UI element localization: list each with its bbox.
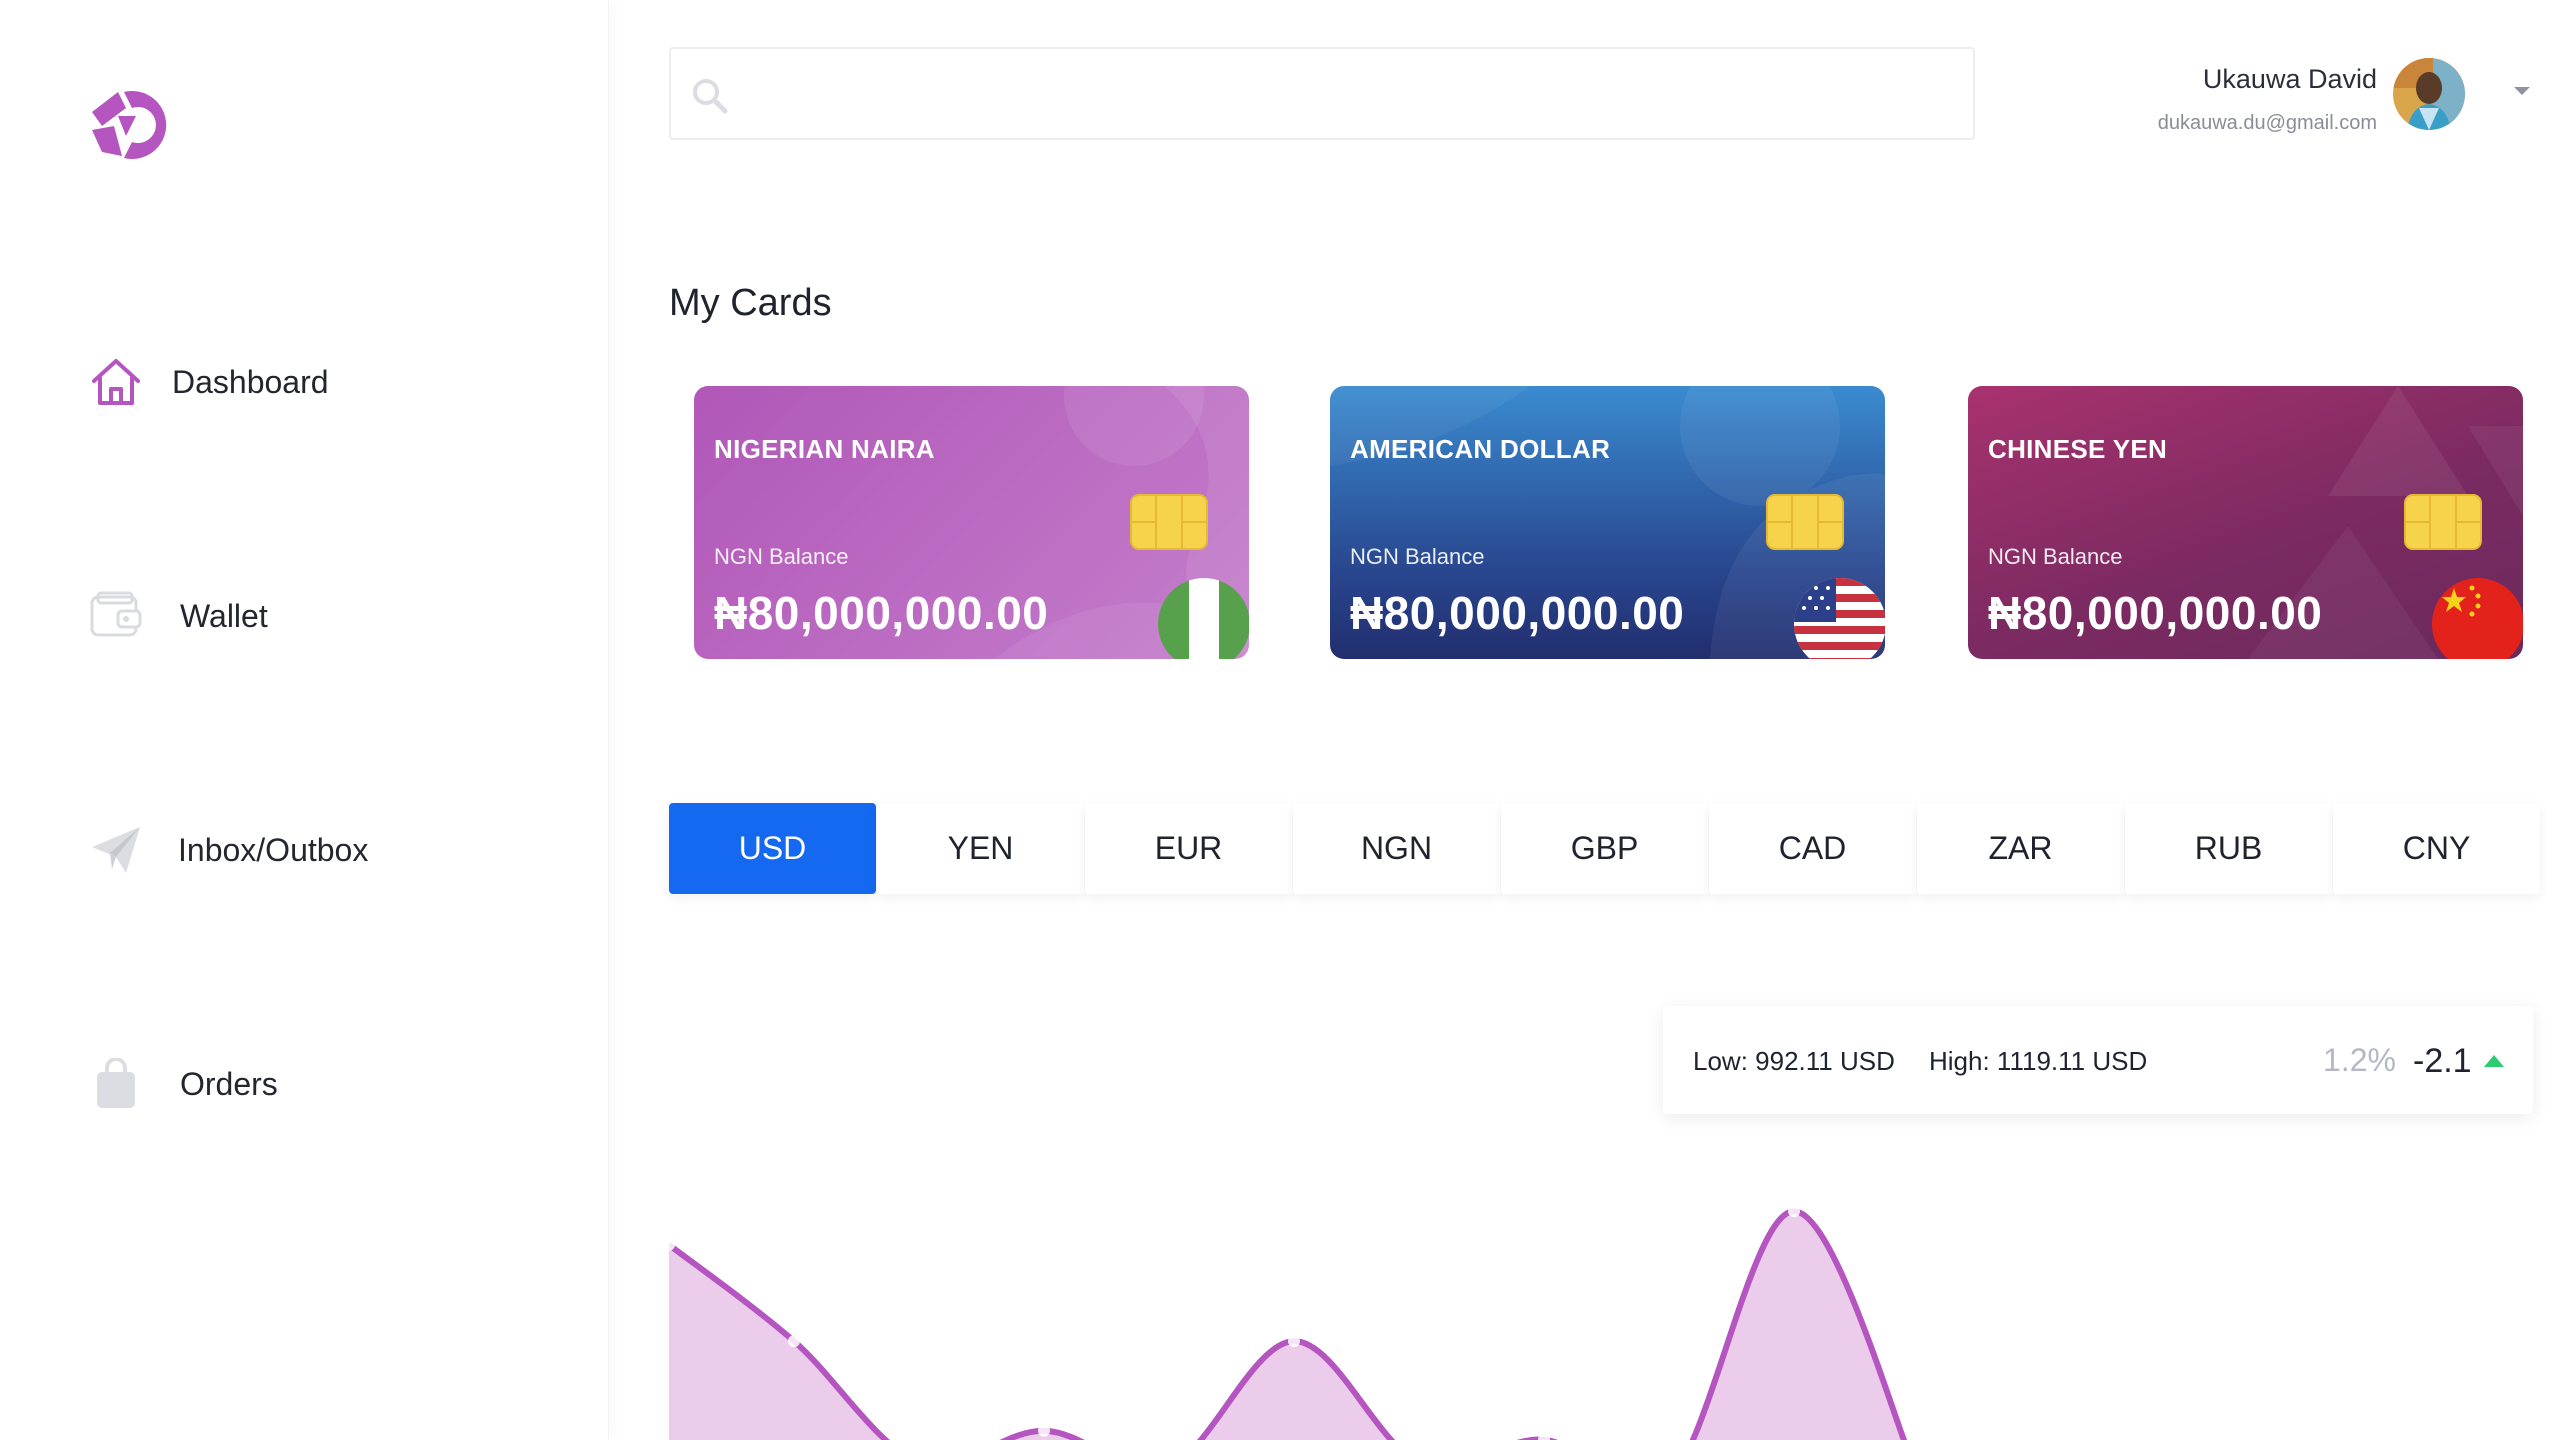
card-balance: ₦80,000,000.00 <box>1350 587 1685 639</box>
china-flag-icon <box>2432 578 2523 659</box>
search-input[interactable] <box>741 59 1945 131</box>
tab-cny[interactable]: CNY <box>2333 803 2540 894</box>
percent-change: 1.2% <box>2323 1042 2396 1078</box>
tab-ngn[interactable]: NGN <box>1293 803 1500 894</box>
chip-icon <box>2404 494 2482 555</box>
sidebar-item-label: Wallet <box>180 597 268 634</box>
card-currency-name: CHINESE YEN <box>1988 434 2168 464</box>
tab-cad[interactable]: CAD <box>1709 803 1916 894</box>
tab-usd[interactable]: USD <box>669 803 876 894</box>
sidebar-item-label: Orders <box>180 1065 278 1102</box>
currency-tabs: USD YEN EUR NGN GBP CAD ZAR RUB CNY <box>669 803 2541 894</box>
tab-eur[interactable]: EUR <box>1085 803 1292 894</box>
tab-rub[interactable]: RUB <box>2125 803 2332 894</box>
home-icon <box>88 354 144 410</box>
usa-flag-icon <box>1794 578 1885 659</box>
card-balance: ₦80,000,000.00 <box>1988 587 2323 639</box>
avatar[interactable] <box>2393 58 2465 130</box>
card-balance-label: NGN Balance <box>1350 544 1485 569</box>
wallet-icon <box>88 588 144 644</box>
tab-gbp[interactable]: GBP <box>1501 803 1708 894</box>
chart-point <box>1038 1424 1050 1437</box>
card-american-dollar[interactable]: AMERICAN DOLLAR NGN Balance ₦80,000,000.… <box>1330 386 1885 659</box>
chip-icon <box>1766 494 1844 555</box>
card-currency-name: AMERICAN DOLLAR <box>1350 434 1611 464</box>
card-currency-name: NIGERIAN NAIRA <box>714 434 935 464</box>
tab-zar[interactable]: ZAR <box>1917 803 2124 894</box>
brand-logo-icon[interactable] <box>88 86 174 162</box>
sidebar-item-inbox-outbox[interactable]: Inbox/Outbox <box>88 822 368 878</box>
tab-yen[interactable]: YEN <box>877 803 1084 894</box>
card-chinese-yen[interactable]: CHINESE YEN NGN Balance ₦80,000,000.00 <box>1968 386 2523 659</box>
chip-icon <box>1130 494 1208 555</box>
rate-stats-panel: Low: 992.11 USD High: 1119.11 USD 1.2% -… <box>1663 1006 2533 1114</box>
user-email: dukauwa.du@gmail.com <box>2157 112 2377 134</box>
send-icon <box>88 822 144 878</box>
value-change: -2.1 <box>2413 1042 2472 1080</box>
sidebar-item-orders[interactable]: Orders <box>88 1056 278 1112</box>
sidebar-item-label: Inbox/Outbox <box>178 831 369 868</box>
card-nigerian-naira[interactable]: NIGERIAN NAIRA NGN Balance ₦80,000,000.0… <box>694 386 1249 659</box>
card-balance: ₦80,000,000.00 <box>714 587 1049 639</box>
sidebar-item-wallet[interactable]: Wallet <box>88 588 268 644</box>
trend-up-icon <box>2483 1054 2505 1073</box>
search-bar[interactable] <box>669 47 1975 140</box>
search-icon[interactable] <box>691 77 729 120</box>
user-name[interactable]: Ukauwa David <box>2203 64 2377 95</box>
sidebar-item-dashboard[interactable]: Dashboard <box>88 354 329 410</box>
card-balance-label: NGN Balance <box>1988 544 2123 569</box>
chart-point <box>1538 1433 1550 1440</box>
card-balance-label: NGN Balance <box>714 544 849 569</box>
shopping-bag-icon <box>88 1056 144 1112</box>
section-title: My Cards <box>669 282 832 324</box>
rate-chart <box>669 1205 1907 1440</box>
sidebar: Dashboard Wallet Inbox/Outbox Orders <box>0 0 609 1440</box>
nigeria-flag-icon <box>1158 578 1249 659</box>
low-value: Low: 992.11 USD <box>1693 1046 1895 1076</box>
high-value: High: 1119.11 USD <box>1929 1046 2148 1076</box>
chart-point <box>1788 1205 1800 1218</box>
sidebar-item-label: Dashboard <box>172 363 329 400</box>
chevron-down-icon[interactable] <box>2512 84 2532 102</box>
chart-point <box>1288 1335 1300 1348</box>
chart-point <box>788 1335 800 1348</box>
